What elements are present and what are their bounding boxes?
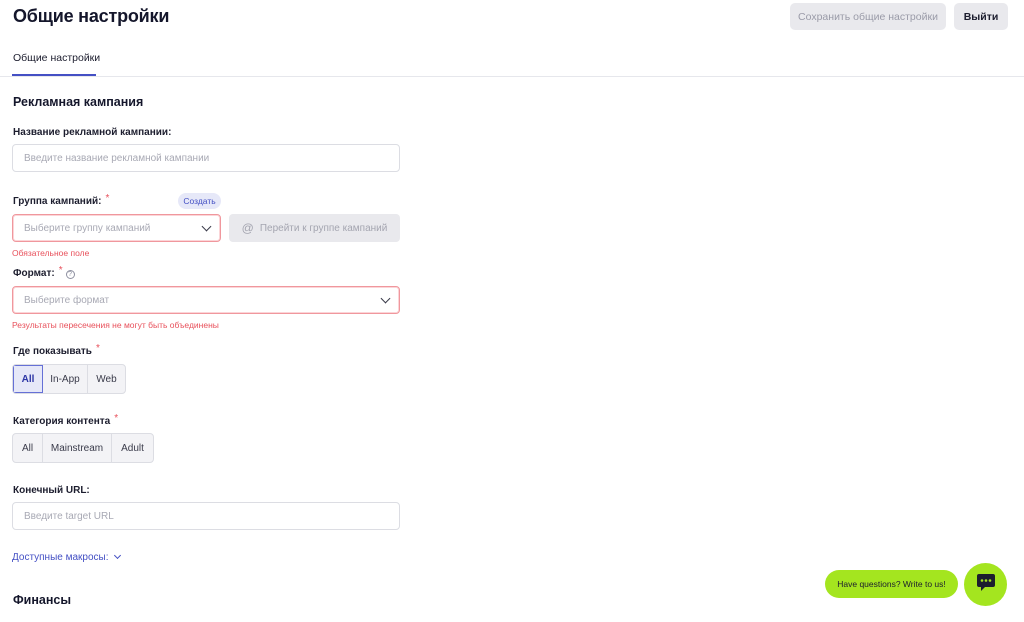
chevron-down-icon (380, 293, 391, 304)
campaign-name-input[interactable]: Введите название рекламной кампании (12, 144, 400, 172)
at-icon: @ (241, 221, 254, 235)
category-option-adult[interactable]: Adult (112, 434, 153, 462)
where-label: Где показывать * (13, 343, 100, 357)
category-option-all[interactable]: All (13, 434, 43, 462)
campaign-group-label-text: Группа кампаний: (13, 196, 102, 207)
required-mark: * (58, 265, 63, 276)
available-macros-toggle[interactable]: Доступные макросы: (12, 551, 121, 563)
goto-group-button[interactable]: @ Перейти к группе кампаний (229, 214, 400, 242)
goto-group-label: Перейти к группе кампаний (259, 222, 388, 234)
category-option-mainstream[interactable]: Mainstream (43, 434, 112, 462)
campaign-section-title: Рекламная кампания (13, 95, 144, 109)
create-group-button[interactable]: Создать (178, 193, 221, 209)
campaign-group-placeholder: Выберите группу кампаний (24, 222, 151, 234)
format-label-text: Формат: (13, 268, 55, 279)
chat-icon (976, 573, 996, 597)
category-label-text: Категория контента (13, 416, 111, 427)
tabs-divider (0, 76, 1024, 77)
logout-button[interactable]: Выйти (954, 3, 1008, 30)
required-mark: * (105, 193, 110, 204)
format-error-text: Результаты пересечения не могут быть объ… (12, 320, 219, 330)
help-icon[interactable]: ? (65, 270, 75, 279)
finance-section-title: Финансы (13, 593, 72, 607)
where-segmented-control: All In-App Web (12, 364, 126, 394)
format-label: Формат: *? (13, 265, 75, 279)
page-title: Общие настройки (13, 6, 170, 26)
campaign-group-select[interactable]: Выберите группу кампаний (12, 214, 221, 242)
where-option-all[interactable]: All (13, 365, 43, 393)
save-settings-button[interactable]: Сохранить общие настройки (790, 3, 946, 30)
chat-launcher-button[interactable] (964, 563, 1007, 606)
chevron-down-icon (201, 221, 212, 232)
where-label-text: Где показывать (13, 346, 92, 357)
group-error-text: Обязательное поле (12, 248, 90, 258)
where-option-web[interactable]: Web (88, 365, 125, 393)
target-url-placeholder: Введите target URL (24, 510, 114, 522)
campaign-name-label: Название рекламной кампании: (13, 127, 172, 138)
campaign-name-placeholder: Введите название рекламной кампании (24, 152, 210, 164)
category-label: Категория контента * (13, 413, 119, 427)
tab-general-settings[interactable]: Общие настройки (13, 52, 100, 64)
required-mark: * (114, 413, 119, 424)
campaign-group-label: Группа кампаний: * (13, 193, 110, 207)
where-option-in-app[interactable]: In-App (43, 365, 88, 393)
target-url-input[interactable]: Введите target URL (12, 502, 400, 530)
target-url-label: Конечный URL: (13, 485, 90, 496)
chat-prompt-bubble[interactable]: Have questions? Write to us! (825, 570, 958, 598)
category-segmented-control: All Mainstream Adult (12, 433, 154, 463)
format-select[interactable]: Выберите формат (12, 286, 400, 314)
required-mark: * (95, 343, 100, 354)
chevron-down-icon (113, 551, 121, 560)
format-placeholder: Выберите формат (24, 294, 110, 306)
available-macros-label: Доступные макросы: (12, 552, 109, 563)
